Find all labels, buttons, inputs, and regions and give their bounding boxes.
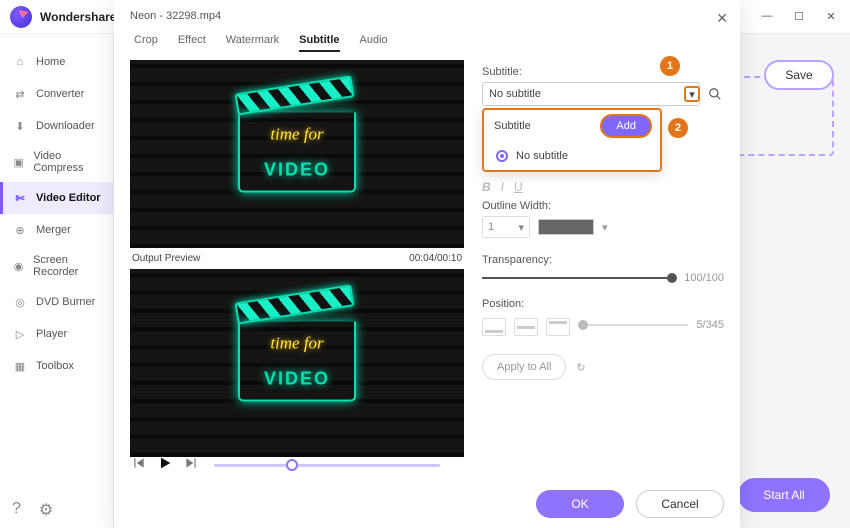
position-slider[interactable] bbox=[578, 324, 688, 326]
dvd-icon: ◎ bbox=[12, 294, 28, 310]
modal-title: Neon - 32298.mp4 bbox=[114, 0, 740, 22]
tab-watermark[interactable]: Watermark bbox=[226, 30, 279, 52]
neon-text-2: VIDEO bbox=[240, 159, 354, 180]
sidebar-item-downloader[interactable]: ⬇ Downloader bbox=[0, 110, 113, 142]
search-subtitle-icon[interactable] bbox=[706, 85, 724, 103]
neon-text-1: time for bbox=[240, 333, 354, 353]
position-bottom-button[interactable] bbox=[482, 318, 506, 336]
tab-effect[interactable]: Effect bbox=[178, 30, 206, 52]
underline-icon[interactable]: U bbox=[514, 180, 523, 194]
callout-2: 2 bbox=[668, 118, 688, 138]
sidebar-item-converter[interactable]: ⇄ Converter bbox=[0, 78, 113, 110]
sidebar-item-label: Home bbox=[36, 56, 65, 68]
tab-crop[interactable]: Crop bbox=[134, 30, 158, 52]
add-subtitle-button[interactable]: Add bbox=[602, 116, 650, 136]
bold-icon[interactable]: B bbox=[482, 180, 491, 194]
subtitle-select[interactable]: No subtitle bbox=[482, 82, 700, 106]
italic-icon[interactable]: I bbox=[501, 180, 504, 194]
sidebar-item-home[interactable]: ⌂ Home bbox=[0, 46, 113, 78]
sidebar-item-label: Player bbox=[36, 328, 67, 340]
editor-icon: ✄ bbox=[12, 190, 28, 206]
subtitle-option-none[interactable]: No subtitle bbox=[484, 142, 660, 170]
download-icon: ⬇ bbox=[12, 118, 28, 134]
position-value: 5/345 bbox=[696, 319, 724, 331]
outline-width-select[interactable]: 1▾ bbox=[482, 216, 530, 238]
outline-width-label: Outline Width: bbox=[482, 200, 724, 212]
toolbox-icon: ▦ bbox=[12, 358, 28, 374]
sidebar-item-video-compress[interactable]: ▣ Video Compress bbox=[0, 142, 113, 182]
subtitle-option-label: No subtitle bbox=[516, 150, 568, 162]
subtitle-dropdown: 2 Subtitle Add No subtitle bbox=[482, 108, 662, 172]
editor-modal: ✕ Neon - 32298.mp4 Crop Effect Watermark… bbox=[114, 0, 740, 528]
source-preview: time for VIDEO bbox=[130, 60, 464, 248]
sidebar-item-label: Screen Recorder bbox=[33, 254, 101, 278]
start-all-button[interactable]: Start All bbox=[738, 478, 830, 512]
output-preview-label: Output Preview bbox=[132, 253, 200, 264]
sidebar-item-label: Merger bbox=[36, 224, 71, 236]
play-button[interactable] bbox=[156, 455, 174, 476]
timeline-thumb[interactable] bbox=[286, 459, 298, 471]
position-label: Position: bbox=[482, 298, 724, 310]
callout-1: 1 bbox=[660, 56, 680, 76]
play-icon: ▷ bbox=[12, 326, 28, 342]
sidebar-item-player[interactable]: ▷ Player bbox=[0, 318, 113, 350]
modal-close-button[interactable]: ✕ bbox=[716, 10, 728, 27]
timeline-slider[interactable] bbox=[214, 464, 440, 467]
sidebar-item-label: Video Compress bbox=[33, 150, 101, 174]
reset-icon[interactable]: ↻ bbox=[576, 361, 585, 374]
player-controls bbox=[130, 450, 440, 480]
dropdown-header: Subtitle bbox=[494, 120, 531, 132]
sidebar-item-merger[interactable]: ⊕ Merger bbox=[0, 214, 113, 246]
sidebar-item-label: DVD Burner bbox=[36, 296, 95, 308]
sidebar-item-label: Video Editor bbox=[36, 192, 101, 204]
sidebar-item-label: Toolbox bbox=[36, 360, 74, 372]
outline-color-swatch[interactable] bbox=[538, 219, 594, 235]
record-icon: ◉ bbox=[12, 258, 25, 274]
preview-time: 00:04/00:10 bbox=[409, 253, 462, 264]
radio-selected-icon bbox=[496, 150, 508, 162]
merge-icon: ⊕ bbox=[12, 222, 28, 238]
neon-text-2: VIDEO bbox=[240, 368, 354, 389]
transparency-slider[interactable] bbox=[482, 277, 676, 279]
subtitle-dropdown-toggle[interactable]: ▾ bbox=[684, 86, 700, 102]
settings-icon[interactable]: ⚙ bbox=[39, 500, 53, 520]
compress-icon: ▣ bbox=[12, 154, 25, 170]
sidebar-item-video-editor[interactable]: ✄ Video Editor bbox=[0, 182, 113, 214]
help-icon[interactable]: ? bbox=[12, 500, 21, 520]
sidebar: ⌂ Home ⇄ Converter ⬇ Downloader ▣ Video Comp… bbox=[0, 34, 114, 528]
app-logo-icon bbox=[10, 6, 32, 28]
sidebar-item-toolbox[interactable]: ▦ Toolbox bbox=[0, 350, 113, 382]
ok-button[interactable]: OK bbox=[536, 490, 624, 518]
converter-icon: ⇄ bbox=[12, 86, 28, 102]
apply-to-all-button[interactable]: Apply to All bbox=[482, 354, 566, 380]
brand-name: Wondershare bbox=[40, 10, 116, 24]
minimize-button[interactable]: — bbox=[758, 10, 776, 23]
next-frame-button[interactable] bbox=[182, 456, 200, 475]
subtitle-selected: No subtitle bbox=[489, 88, 541, 100]
transparency-value: 100/100 bbox=[684, 272, 724, 284]
neon-text-1: time for bbox=[240, 124, 354, 144]
chevron-down-icon: ▾ bbox=[518, 221, 524, 234]
position-top-button[interactable] bbox=[546, 318, 570, 336]
sidebar-item-label: Converter bbox=[36, 88, 84, 100]
cancel-button[interactable]: Cancel bbox=[636, 490, 724, 518]
tab-audio[interactable]: Audio bbox=[360, 30, 388, 52]
tab-subtitle[interactable]: Subtitle bbox=[299, 30, 339, 52]
chevron-down-icon[interactable]: ▾ bbox=[602, 221, 608, 234]
sidebar-item-dvd-burner[interactable]: ◎ DVD Burner bbox=[0, 286, 113, 318]
sidebar-item-label: Downloader bbox=[36, 120, 95, 132]
chevron-down-icon: ▾ bbox=[689, 88, 695, 101]
output-preview: time for VIDEO bbox=[130, 269, 464, 457]
font-style-row: B I U bbox=[482, 180, 724, 194]
subtitle-label: Subtitle: bbox=[482, 66, 724, 78]
home-icon: ⌂ bbox=[12, 54, 28, 70]
transparency-label: Transparency: bbox=[482, 254, 724, 266]
sidebar-item-screen-recorder[interactable]: ◉ Screen Recorder bbox=[0, 246, 113, 286]
prev-frame-button[interactable] bbox=[130, 456, 148, 475]
position-middle-button[interactable] bbox=[514, 318, 538, 336]
save-button[interactable]: Save bbox=[764, 60, 834, 90]
close-window-button[interactable]: ✕ bbox=[822, 10, 840, 23]
maximize-button[interactable]: ☐ bbox=[790, 10, 808, 23]
